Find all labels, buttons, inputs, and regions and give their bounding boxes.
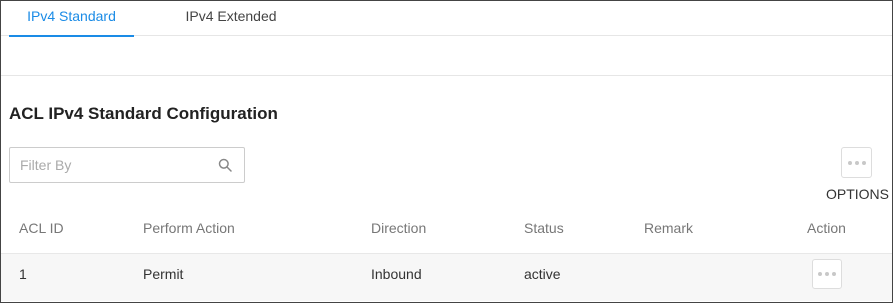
row-action-button[interactable]	[812, 259, 842, 289]
cell-status: active	[524, 266, 561, 282]
filter-input[interactable]	[20, 148, 210, 182]
column-header-remark[interactable]: Remark	[644, 220, 693, 236]
cell-acl-id: 1	[19, 266, 27, 282]
divider	[1, 75, 892, 76]
column-header-acl-id[interactable]: ACL ID	[19, 220, 64, 236]
cell-direction: Inbound	[371, 266, 422, 282]
more-horizontal-icon	[818, 272, 822, 276]
more-horizontal-icon	[847, 160, 852, 165]
column-header-status[interactable]: Status	[524, 220, 564, 236]
tab-bar: IPv4 Standard IPv4 Extended	[1, 1, 892, 37]
section-title: ACL IPv4 Standard Configuration	[9, 104, 278, 123]
column-header-action: Action	[807, 220, 846, 236]
table-row[interactable]	[1, 253, 892, 301]
column-header-direction[interactable]: Direction	[371, 220, 426, 236]
tab-ipv4-extended[interactable]: IPv4 Extended	[166, 1, 296, 36]
tab-ipv4-standard[interactable]: IPv4 Standard	[9, 1, 134, 37]
cell-perform-action: Permit	[143, 266, 184, 282]
column-header-perform-action[interactable]: Perform Action	[143, 220, 235, 236]
filter-box	[9, 147, 245, 183]
search-icon[interactable]	[218, 158, 232, 172]
options-label[interactable]: OPTIONS	[826, 186, 889, 202]
options-button[interactable]	[841, 147, 872, 178]
